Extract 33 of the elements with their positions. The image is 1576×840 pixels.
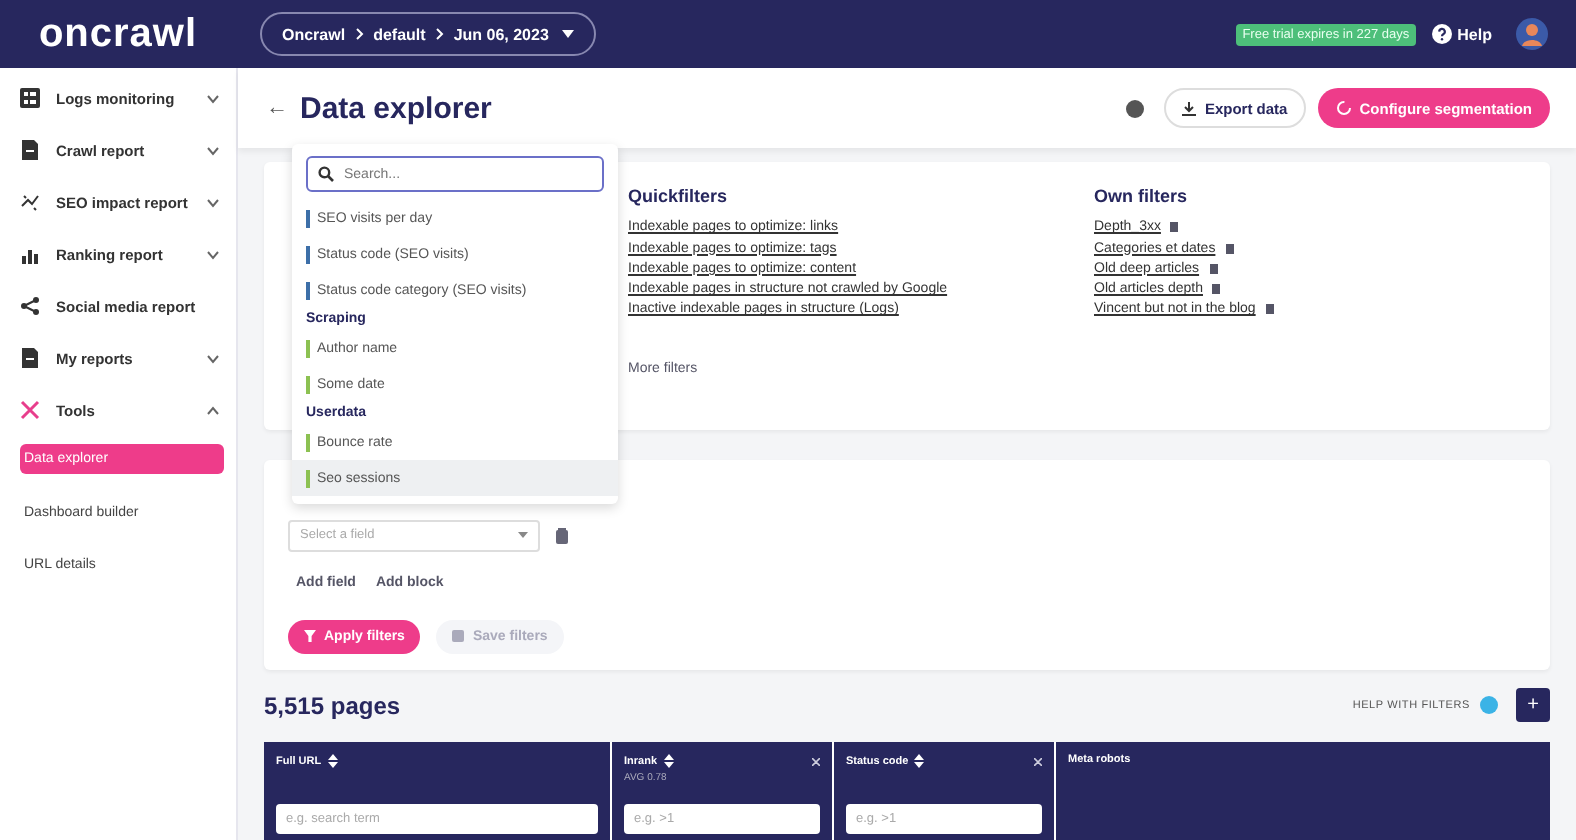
- avatar-icon[interactable]: [1516, 18, 1548, 50]
- caret-icon: [518, 532, 528, 539]
- section-title: Quickfilters: [628, 186, 730, 206]
- breadcrumb-item: default: [373, 25, 426, 43]
- close-icon[interactable]: [812, 757, 820, 765]
- document-icon: [20, 348, 40, 368]
- help-icon: [1431, 24, 1452, 44]
- page-count: 5,515 pages: [264, 691, 401, 720]
- sort-icon[interactable]: [914, 754, 925, 768]
- chevron-icon: [435, 28, 444, 40]
- filter-icon: [304, 630, 316, 643]
- bar-chart-icon: [20, 244, 40, 264]
- section-title: Own filters: [1094, 186, 1190, 206]
- page-title: Data explorer: [300, 91, 492, 125]
- caret-icon: [562, 30, 575, 38]
- close-icon[interactable]: [1034, 757, 1042, 765]
- download-icon: [1182, 101, 1197, 115]
- share-icon: [20, 296, 40, 316]
- grid-icon: [20, 88, 40, 108]
- document-icon: [20, 140, 40, 160]
- cross-icon: [20, 400, 40, 420]
- chevron-icon: [355, 28, 364, 40]
- breadcrumb-item: Oncrawl: [282, 25, 346, 43]
- refresh-icon: [1335, 100, 1352, 116]
- sort-icon[interactable]: [327, 754, 338, 768]
- add-column-button[interactable]: +: [1516, 688, 1550, 723]
- trend-line-icon: [20, 192, 40, 212]
- back-link[interactable]: ←: [266, 96, 288, 120]
- logo[interactable]: oncrawl: [38, 11, 198, 57]
- breadcrumb-selector[interactable]: Oncrawl default Jun 06, 2023: [260, 12, 597, 56]
- help-link[interactable]: Help: [1457, 25, 1492, 43]
- sort-icon[interactable]: [663, 754, 674, 768]
- breadcrumb-item: Jun 06, 2023: [453, 25, 549, 43]
